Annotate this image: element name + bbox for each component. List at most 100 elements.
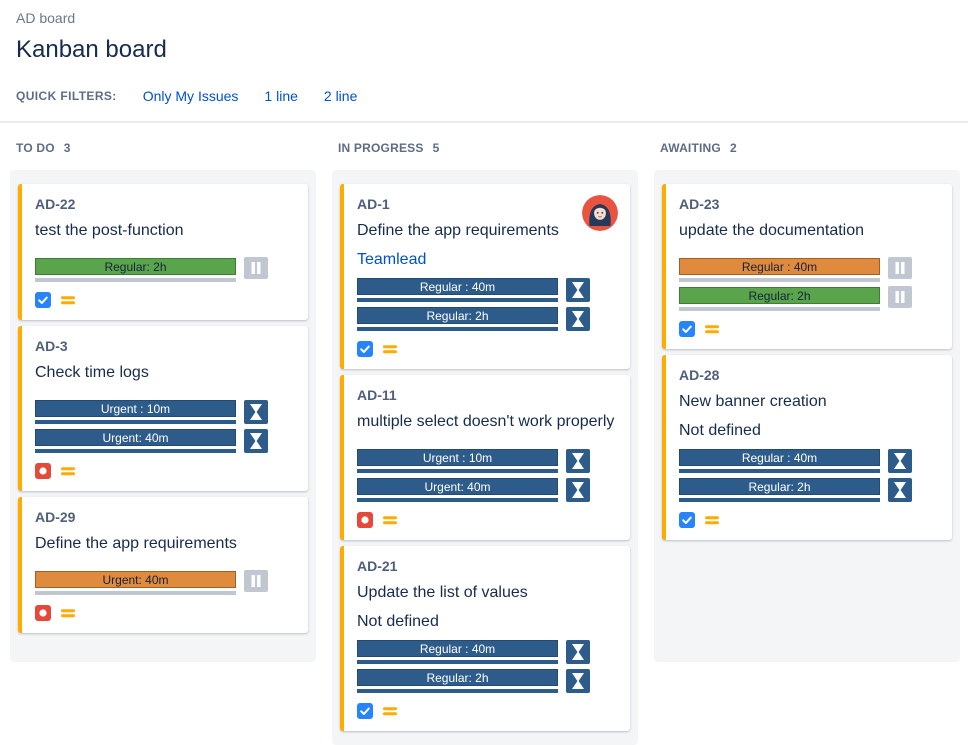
issue-summary: New banner creation bbox=[679, 392, 940, 412]
issue-card[interactable]: AD-22 test the post-function Regular: 2h bbox=[18, 184, 308, 320]
hourglass-button[interactable] bbox=[244, 429, 268, 453]
timer-track bbox=[35, 449, 236, 453]
issue-card[interactable]: AD-3 Check time logs Urgent : 10m Urgent… bbox=[18, 326, 308, 491]
column-count: 2 bbox=[730, 141, 737, 155]
issue-card[interactable]: AD-28 New banner creation Not defined Re… bbox=[662, 355, 952, 540]
timer-bar-label: Regular: 2h bbox=[748, 289, 810, 303]
hourglass-icon bbox=[570, 672, 586, 690]
timer-track bbox=[357, 498, 558, 502]
priority-medium-icon bbox=[60, 292, 76, 308]
issue-key: AD-3 bbox=[35, 338, 296, 354]
issue-summary: Update the list of values bbox=[357, 583, 618, 603]
issue-key: AD-29 bbox=[35, 509, 296, 525]
avatar[interactable] bbox=[582, 195, 618, 231]
hourglass-button[interactable] bbox=[244, 400, 268, 424]
timer-bar: Urgent: 40m bbox=[357, 478, 558, 495]
timer-bar-wrap: Urgent : 10m bbox=[35, 400, 236, 424]
filter-2-line[interactable]: 2 line bbox=[324, 88, 357, 104]
column-cards: AD-22 test the post-function Regular: 2h bbox=[10, 170, 316, 662]
hourglass-icon bbox=[892, 481, 908, 499]
timer-track bbox=[357, 689, 558, 693]
timer-bar-wrap: Regular: 2h bbox=[679, 478, 880, 502]
timer-bar-label: Urgent: 40m bbox=[424, 480, 490, 494]
issue-card[interactable]: AD-21 Update the list of values Not defi… bbox=[340, 546, 630, 731]
card-icons-row bbox=[679, 321, 940, 337]
hourglass-button[interactable] bbox=[566, 669, 590, 693]
timer-bar: Regular : 40m bbox=[679, 449, 880, 466]
hourglass-icon bbox=[570, 643, 586, 661]
timer-row: Regular : 40m bbox=[679, 449, 940, 473]
hourglass-button[interactable] bbox=[566, 640, 590, 664]
timer-bar-label: Urgent : 10m bbox=[101, 402, 170, 416]
hourglass-button[interactable] bbox=[566, 307, 590, 331]
bug-type-icon bbox=[35, 605, 51, 621]
bug-type-icon bbox=[357, 512, 373, 528]
timer-track bbox=[357, 660, 558, 664]
pause-icon bbox=[893, 290, 907, 304]
card-icons-row bbox=[357, 341, 618, 357]
issue-card[interactable]: AD-29 Define the app requirements Urgent… bbox=[18, 497, 308, 633]
hourglass-button[interactable] bbox=[888, 478, 912, 502]
pause-button[interactable] bbox=[244, 257, 268, 279]
timer-bar-label: Regular: 2h bbox=[748, 480, 810, 494]
issue-card[interactable]: AD-23 update the documentation Regular :… bbox=[662, 184, 952, 349]
column-name: TO DO bbox=[16, 141, 55, 155]
issue-key: AD-28 bbox=[679, 367, 940, 383]
hourglass-icon bbox=[892, 452, 908, 470]
timer-track bbox=[35, 591, 236, 595]
timer-bars: Regular : 40m Regular: 2h bbox=[679, 449, 940, 502]
breadcrumb[interactable]: AD board bbox=[16, 10, 75, 26]
timer-bar: Regular: 2h bbox=[679, 478, 880, 495]
timer-track bbox=[679, 498, 880, 502]
timer-row: Urgent: 40m bbox=[35, 429, 296, 453]
priority-medium-icon bbox=[382, 341, 398, 357]
timer-bar: Urgent: 40m bbox=[35, 571, 236, 588]
issue-key: AD-1 bbox=[357, 196, 618, 212]
timer-bar-wrap: Regular : 40m bbox=[357, 640, 558, 664]
pause-button[interactable] bbox=[244, 570, 268, 592]
task-type-icon bbox=[679, 321, 695, 337]
quick-filters: QUICK FILTERS: Only My Issues 1 line 2 l… bbox=[16, 88, 952, 121]
timer-track bbox=[35, 278, 236, 282]
timer-bar: Regular : 40m bbox=[679, 258, 880, 275]
hourglass-button[interactable] bbox=[566, 278, 590, 302]
column-cards: AD-1 Define the app requirements Teamlea… bbox=[332, 170, 638, 745]
hourglass-icon bbox=[570, 481, 586, 499]
timer-bar-wrap: Regular : 40m bbox=[679, 258, 880, 282]
pause-icon bbox=[893, 261, 907, 275]
timer-row: Regular : 40m bbox=[679, 258, 940, 282]
issue-card[interactable]: AD-11 multiple select doesn't work prope… bbox=[340, 375, 630, 540]
hourglass-button[interactable] bbox=[566, 449, 590, 473]
timer-track bbox=[679, 307, 880, 311]
pause-button[interactable] bbox=[888, 286, 912, 308]
card-link[interactable]: Teamlead bbox=[357, 251, 618, 269]
card-icons-row bbox=[35, 292, 296, 308]
timer-bar-label: Urgent : 10m bbox=[423, 451, 492, 465]
filter-1-line[interactable]: 1 line bbox=[264, 88, 297, 104]
pause-button[interactable] bbox=[888, 257, 912, 279]
page-header: AD board Kanban board QUICK FILTERS: Onl… bbox=[0, 0, 968, 121]
timer-bar-wrap: Regular: 2h bbox=[35, 258, 236, 282]
timer-bar: Regular: 2h bbox=[357, 669, 558, 686]
timer-bar: Urgent: 40m bbox=[35, 429, 236, 446]
timer-row: Regular: 2h bbox=[679, 478, 940, 502]
filter-only-my-issues[interactable]: Only My Issues bbox=[143, 88, 239, 104]
timer-track bbox=[357, 469, 558, 473]
issue-summary: multiple select doesn't work properly bbox=[357, 412, 618, 432]
timer-bar-label: Regular : 40m bbox=[420, 642, 495, 656]
pause-icon bbox=[249, 261, 263, 275]
issue-key: AD-11 bbox=[357, 387, 618, 403]
timer-bar-label: Regular: 2h bbox=[426, 671, 488, 685]
issue-summary: Check time logs bbox=[35, 363, 296, 383]
card-note: Not defined bbox=[357, 613, 618, 631]
quick-filters-label: QUICK FILTERS: bbox=[16, 89, 117, 103]
issue-card[interactable]: AD-1 Define the app requirements Teamlea… bbox=[340, 184, 630, 369]
column-name: IN PROGRESS bbox=[338, 141, 424, 155]
timer-track bbox=[679, 469, 880, 473]
timer-bars: Regular: 2h bbox=[35, 258, 296, 282]
hourglass-button[interactable] bbox=[888, 449, 912, 473]
timer-bar-label: Regular : 40m bbox=[742, 260, 817, 274]
hourglass-button[interactable] bbox=[566, 478, 590, 502]
hourglass-icon bbox=[570, 281, 586, 299]
timer-row: Urgent : 10m bbox=[35, 400, 296, 424]
